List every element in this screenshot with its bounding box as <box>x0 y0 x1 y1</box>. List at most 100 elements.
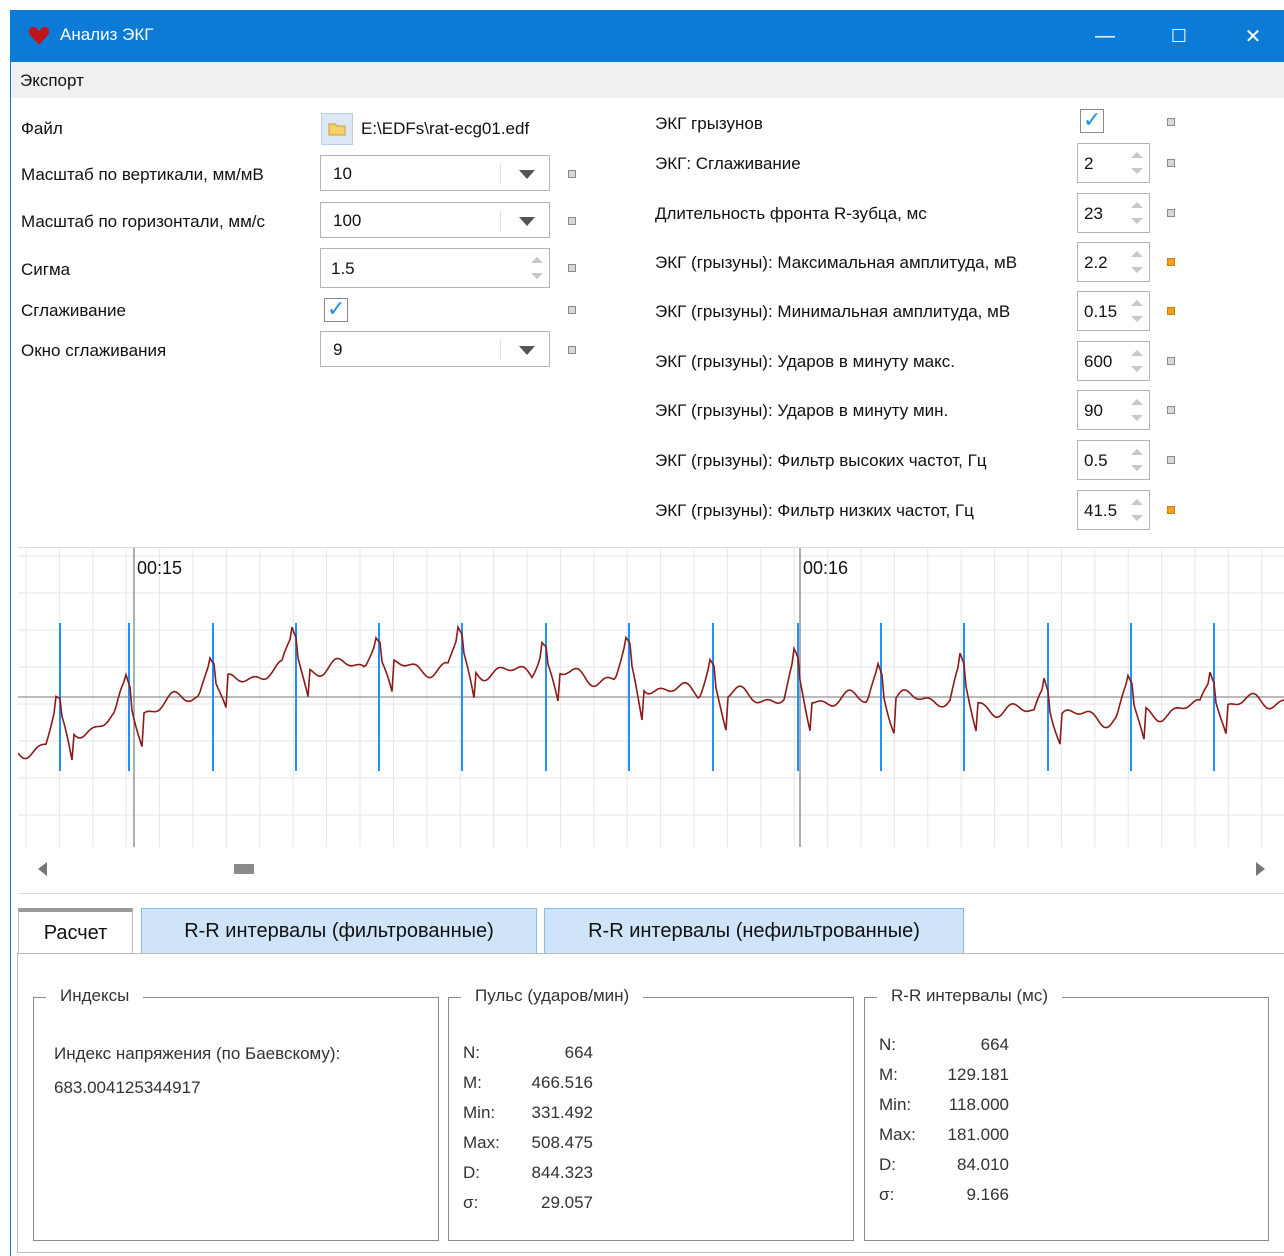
stat-value: 844.323 <box>531 1163 593 1182</box>
spin-down-icon[interactable] <box>1131 168 1143 174</box>
spin-up-icon[interactable] <box>1131 350 1143 356</box>
stat-key: M: <box>463 1073 482 1092</box>
stat-key: σ: <box>879 1185 895 1204</box>
param-spinbox[interactable]: 600 <box>1077 341 1150 381</box>
param-marker <box>1167 456 1175 464</box>
param-marker <box>1167 209 1175 217</box>
stat-value: 118.000 <box>948 1095 1009 1114</box>
param-value: 0.5 <box>1084 451 1108 470</box>
stat-key: Max: <box>879 1125 916 1144</box>
spin-up-icon[interactable] <box>1131 449 1143 455</box>
open-file-button[interactable] <box>321 113 353 145</box>
stat-value: 508.475 <box>531 1133 593 1152</box>
spin-down-icon[interactable] <box>1131 515 1143 521</box>
param-marker <box>1167 506 1175 514</box>
param-marker <box>1167 357 1175 365</box>
param-marker <box>1167 118 1175 126</box>
param-marker <box>1167 406 1175 414</box>
stat-key: N: <box>879 1035 896 1054</box>
sigma-value: 1.5 <box>331 259 355 278</box>
spin-up-icon[interactable] <box>531 257 543 263</box>
vscale-combo[interactable]: 10 <box>320 155 550 191</box>
stat-key: Min: <box>879 1095 912 1114</box>
param-spinbox[interactable]: 23 <box>1077 193 1150 233</box>
chart-scrollbar[interactable] <box>18 847 1284 894</box>
param-spinbox[interactable]: 0.5 <box>1077 440 1150 480</box>
spin-down-icon[interactable] <box>1131 218 1143 224</box>
tab-rr-unfiltered[interactable]: R-R интервалы (нефильтрованные) <box>544 908 964 954</box>
scroll-thumb[interactable] <box>234 864 254 874</box>
param-marker <box>568 170 576 178</box>
ecg-chart[interactable]: 00:15 00:16 <box>17 547 1284 848</box>
rodent-ecg-checkbox[interactable]: ✓ <box>1080 107 1104 133</box>
spin-down-icon[interactable] <box>1131 267 1143 273</box>
file-path: E:\EDFs\rat-ecg01.edf <box>361 119 530 138</box>
param-label: ЭКГ (грызуны): Ударов в минуту мин. <box>655 401 949 420</box>
stat-value: 466.516 <box>531 1073 593 1092</box>
spin-up-icon[interactable] <box>1131 300 1143 306</box>
param-label: ЭКГ (грызуны): Минимальная амплитуда, мВ <box>655 302 1011 321</box>
pulse-title: Пульс (ударов/мин) <box>461 986 644 1006</box>
ecg-plot: 00:15 00:16 <box>17 548 1284 848</box>
hscale-value: 100 <box>333 211 362 230</box>
hscale-combo[interactable]: 100 <box>320 202 550 238</box>
scroll-left-icon[interactable] <box>38 862 47 876</box>
tab-calculation[interactable]: Расчет <box>18 908 133 954</box>
hscale-label: Масштаб по горизонтали, мм/с <box>21 212 266 231</box>
spin-down-icon[interactable] <box>1131 415 1143 421</box>
close-button[interactable]: ✕ <box>1218 10 1284 62</box>
spin-up-icon[interactable] <box>1131 399 1143 405</box>
param-spinbox[interactable]: 2.2 <box>1077 242 1150 282</box>
title-bar[interactable]: Анализ ЭКГ — ☐ ✕ <box>10 10 1284 62</box>
spin-down-icon[interactable] <box>531 273 543 279</box>
stat-value: 181.000 <box>947 1125 1009 1144</box>
smoothing-checkbox[interactable]: ✓ <box>324 296 348 322</box>
stat-key: M: <box>879 1065 898 1084</box>
tab-rr-filtered[interactable]: R-R интервалы (фильтрованные) <box>141 908 537 954</box>
param-value: 90 <box>1084 401 1103 420</box>
chevron-down-icon[interactable] <box>519 217 535 226</box>
indices-title: Индексы <box>46 986 144 1006</box>
spin-down-icon[interactable] <box>1131 366 1143 372</box>
param-value: 23 <box>1084 204 1103 223</box>
spin-down-icon[interactable] <box>1131 316 1143 322</box>
stat-value: 129.181 <box>947 1065 1009 1084</box>
param-label: ЭКГ (грызуны): Фильтр низких частот, Гц <box>655 501 974 520</box>
sigma-input[interactable]: 1.5 <box>320 248 550 288</box>
smooth-window-value: 9 <box>333 340 343 359</box>
param-label: ЭКГ (грызуны): Ударов в минуту макс. <box>655 352 955 371</box>
spin-up-icon[interactable] <box>1131 499 1143 505</box>
stat-value: 664 <box>564 1043 593 1062</box>
heart-icon <box>28 26 50 45</box>
combo-separator <box>500 211 501 231</box>
chevron-down-icon[interactable] <box>519 170 535 179</box>
window-border <box>10 62 11 1256</box>
param-label: Длительность фронта R-зубца, мс <box>655 204 927 223</box>
param-value: 600 <box>1084 352 1113 371</box>
spin-down-icon[interactable] <box>1131 465 1143 471</box>
param-marker <box>1167 159 1175 167</box>
smooth-window-combo[interactable]: 9 <box>320 331 550 367</box>
minimize-button[interactable]: — <box>1070 10 1140 62</box>
param-label: ЭКГ: Сглаживание <box>655 154 801 173</box>
maximize-button[interactable]: ☐ <box>1144 10 1214 62</box>
vscale-value: 10 <box>333 164 352 183</box>
param-spinbox[interactable]: 0.15 <box>1077 291 1150 331</box>
spin-up-icon[interactable] <box>1131 152 1143 158</box>
param-spinbox[interactable]: 41.5 <box>1077 490 1150 530</box>
menu-export[interactable]: Экспорт <box>20 71 84 91</box>
spin-up-icon[interactable] <box>1131 251 1143 257</box>
stress-index-value: 683.004125344917 <box>54 1078 201 1097</box>
chevron-down-icon[interactable] <box>519 346 535 355</box>
scroll-right-icon[interactable] <box>1256 862 1265 876</box>
stat-value: 664 <box>980 1035 1009 1054</box>
param-label: ЭКГ (грызуны): Фильтр высоких частот, Гц <box>655 451 987 470</box>
stat-value: 331.492 <box>531 1103 593 1122</box>
param-marker <box>1167 258 1175 266</box>
spin-up-icon[interactable] <box>1131 202 1143 208</box>
param-marker <box>568 217 576 225</box>
param-spinbox[interactable]: 90 <box>1077 390 1150 430</box>
menu-bar: Экспорт <box>11 62 1284 98</box>
param-spinbox[interactable]: 2 <box>1077 143 1150 183</box>
stat-value: 29.057 <box>541 1193 593 1212</box>
